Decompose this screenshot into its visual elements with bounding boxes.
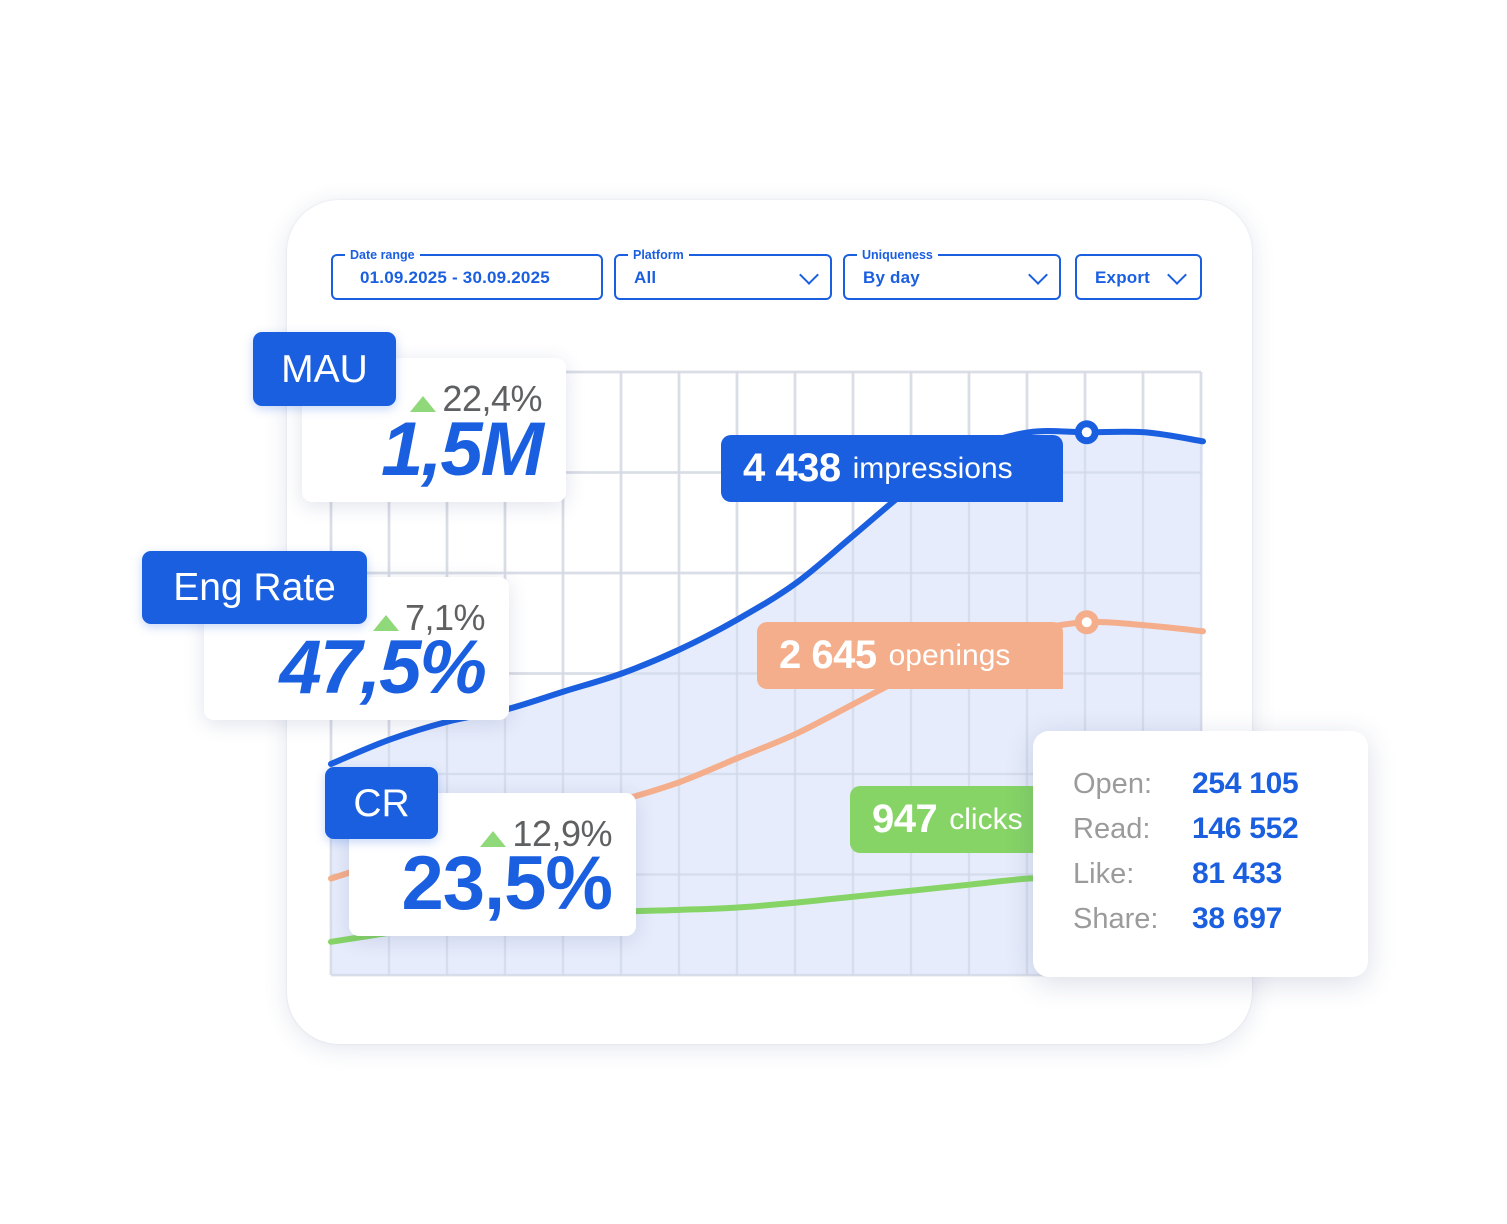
- tooltip-value: 254 105: [1192, 767, 1299, 800]
- tooltip-label: Open:: [1073, 768, 1152, 800]
- tooltip-label: Share:: [1073, 903, 1159, 935]
- data-tooltip: Open: 254 105 Read: 146 552 Like: 81 433…: [1033, 731, 1368, 977]
- impressions-label: 4 438 impressions: [721, 435, 1063, 502]
- tooltip-value: 38 697: [1192, 902, 1282, 935]
- impressions-point-marker-center: [1081, 427, 1092, 438]
- tooltip-label: Like:: [1073, 858, 1135, 890]
- tooltip-label: Read:: [1073, 813, 1151, 845]
- kpi-tag-cr: CR: [325, 767, 438, 839]
- tooltip-row-open: Open: 254 105: [1073, 767, 1299, 801]
- tooltip-value: 81 433: [1192, 857, 1282, 890]
- cr-value: 23,5%: [401, 841, 613, 926]
- impressions-value: 4 438: [743, 446, 841, 490]
- clicks-label: 947 clicks: [850, 786, 1050, 853]
- tooltip-value: 146 552: [1192, 812, 1299, 845]
- openings-value: 2 645: [779, 633, 877, 677]
- clicks-unit: clicks: [949, 802, 1023, 836]
- tooltip-row-like: Like: 81 433: [1073, 857, 1282, 891]
- kpi-tag-mau: MAU: [253, 332, 396, 406]
- openings-point-marker-center: [1081, 617, 1092, 628]
- openings-label: 2 645 openings: [757, 622, 1063, 689]
- kpi-tag-eng-rate: Eng Rate: [142, 551, 367, 624]
- tooltip-row-read: Read: 146 552: [1073, 812, 1299, 846]
- openings-unit: openings: [888, 638, 1011, 672]
- tooltip-row-share: Share: 38 697: [1073, 902, 1282, 936]
- mau-value: 1,5M: [381, 407, 544, 492]
- impressions-unit: impressions: [852, 451, 1013, 485]
- eng-rate-value: 47,5%: [279, 625, 487, 710]
- clicks-value: 947: [872, 797, 938, 841]
